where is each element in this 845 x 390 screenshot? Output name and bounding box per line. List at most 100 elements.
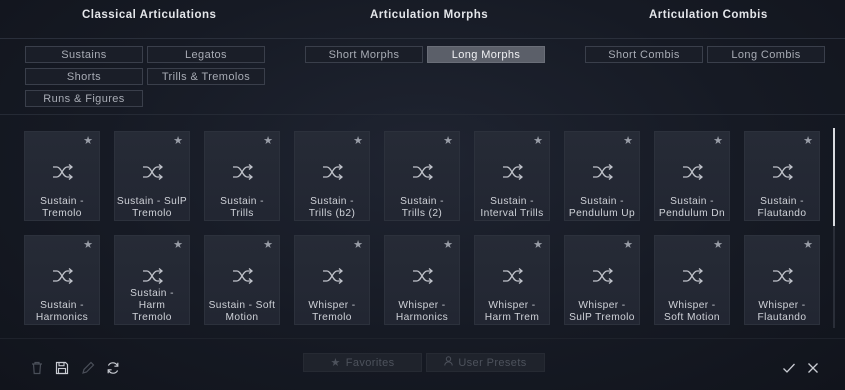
articulation-tile[interactable]: ★ Sustain - Trills (b2) [294,131,370,221]
tile-label-line: Interval Trills [480,208,544,219]
save-icon[interactable] [54,360,70,376]
tile-label-line: Sustain - [400,196,444,207]
tile-label-line: Flautando [757,208,807,219]
star-icon[interactable]: ★ [263,240,273,251]
star-icon[interactable]: ★ [443,136,453,147]
user-icon [444,356,454,369]
shuffle-icon [232,163,254,181]
articulation-tile[interactable]: ★ Sustain - Interval Trills [474,131,550,221]
category-trills-tremolos-button[interactable]: Trills & Tremolos [147,68,265,85]
articulation-tile[interactable]: ★ Sustain - Harm Tremolo [114,235,190,325]
shuffle-icon [322,267,344,285]
articulation-tile[interactable]: ★ Whisper - Harmonics [384,235,460,325]
articulation-tile[interactable]: ★ Whisper - Soft Motion [654,235,730,325]
tile-label-line: Sustain - [310,196,354,207]
star-icon[interactable]: ★ [443,240,453,251]
articulation-tile[interactable]: ★ Whisper - Harm Trem [474,235,550,325]
star-icon[interactable]: ★ [623,136,633,147]
tile-label: Sustain - Pendulum Up [565,196,639,220]
articulation-tile[interactable]: ★ Sustain - SulP Tremolo [114,131,190,221]
articulation-tile[interactable]: ★ Sustain - Tremolo [24,131,100,221]
category-short-combis-button[interactable]: Short Combis [585,46,703,63]
articulation-tile[interactable]: ★ Sustain - Flautando [744,131,820,221]
articulation-tile[interactable]: ★ Whisper - SulP Tremolo [564,235,640,325]
tile-label-line: Whisper - [398,300,446,311]
shuffle-icon [412,267,434,285]
refresh-icon[interactable] [105,360,121,376]
star-icon[interactable]: ★ [803,240,813,251]
star-icon[interactable]: ★ [173,136,183,147]
tile-label: Sustain - Harmonics [25,300,99,324]
shuffle-icon [142,163,164,181]
section-title-classical: Classical Articulations [82,9,217,21]
favorites-filter-button[interactable]: ★ Favorites [303,353,422,372]
articulation-tile[interactable]: ★ Sustain - Pendulum Dn [654,131,730,221]
category-long-combis-button[interactable]: Long Combis [707,46,825,63]
category-shorts-button[interactable]: Shorts [25,68,143,85]
tile-label-line: Pendulum Dn [658,208,726,219]
star-icon[interactable]: ★ [83,136,93,147]
tile-label: Sustain - Trills (b2) [295,196,369,220]
tile-label-line: Sustain - [760,196,804,207]
articulation-tile[interactable]: ★ Whisper - Flautando [744,235,820,325]
star-icon[interactable]: ★ [803,136,813,147]
star-icon[interactable]: ★ [353,136,363,147]
articulation-tile[interactable]: ★ Sustain - Soft Motion [204,235,280,325]
star-icon[interactable]: ★ [533,240,543,251]
articulation-tile[interactable]: ★ Whisper - Tremolo [294,235,370,325]
scrollbar-thumb[interactable] [833,128,835,226]
star-icon[interactable]: ★ [173,240,183,251]
tile-label-line: Whisper - [488,300,536,311]
shuffle-icon [772,267,794,285]
tile-label-line: Trills [230,208,254,219]
tile-label-line: Flautando [757,312,807,323]
tile-label-line: Sustain - SulP [116,196,188,207]
star-icon[interactable]: ★ [623,240,633,251]
category-runs-figures-button[interactable]: Runs & Figures [25,90,143,107]
tile-label: Whisper - Soft Motion [655,300,729,324]
tile-label: Sustain - Flautando [745,196,819,220]
tile-label-line: Sustain - Soft [208,300,276,311]
category-sustains-button[interactable]: Sustains [25,46,143,63]
close-icon[interactable] [805,360,821,376]
tile-label-line: Motion [225,312,259,323]
user-presets-label: User Presets [458,356,527,369]
tile-label-line: Tremolo [132,312,172,323]
tile-label-line: Sustain - [220,196,264,207]
tile-label: Sustain - Interval Trills [475,196,549,220]
tile-label-line: Trills (2) [401,208,443,219]
tile-label-line: Soft Motion [664,312,720,323]
articulation-tile[interactable]: ★ Sustain - Trills (2) [384,131,460,221]
trash-icon[interactable] [29,360,45,376]
user-presets-filter-button[interactable]: User Presets [426,353,545,372]
star-icon[interactable]: ★ [713,136,723,147]
tile-label: Sustain - Pendulum Dn [655,196,729,220]
tile-label-line: Harm [138,300,166,311]
tile-label-line: Harmonics [35,312,89,323]
star-icon[interactable]: ★ [533,136,543,147]
tile-label-line: Sustain - [670,196,714,207]
tile-label: Whisper - SulP Tremolo [565,300,639,324]
star-icon[interactable]: ★ [353,240,363,251]
tile-label-line: Trills (b2) [308,208,356,219]
category-short-morphs-button[interactable]: Short Morphs [305,46,423,63]
articulation-tile[interactable]: ★ Sustain - Pendulum Up [564,131,640,221]
shuffle-icon [52,163,74,181]
header-divider [0,38,845,39]
tile-label-line: SulP Tremolo [569,312,635,323]
category-long-morphs-button[interactable]: Long Morphs [427,46,545,63]
category-legatos-button[interactable]: Legatos [147,46,265,63]
tile-label: Sustain - Trills [205,196,279,220]
tile-label-line: Sustain - [130,288,174,299]
star-icon[interactable]: ★ [83,240,93,251]
star-icon[interactable]: ★ [263,136,273,147]
pencil-icon[interactable] [80,360,96,376]
tile-label-line: Sustain - [40,196,84,207]
star-icon[interactable]: ★ [713,240,723,251]
tile-label-line: Harm Trem [484,312,540,323]
articulation-tile[interactable]: ★ Sustain - Trills [204,131,280,221]
articulation-tile[interactable]: ★ Sustain - Harmonics [24,235,100,325]
tile-label-line: Tremolo [312,312,352,323]
check-icon[interactable] [781,360,797,376]
shuffle-icon [52,267,74,285]
